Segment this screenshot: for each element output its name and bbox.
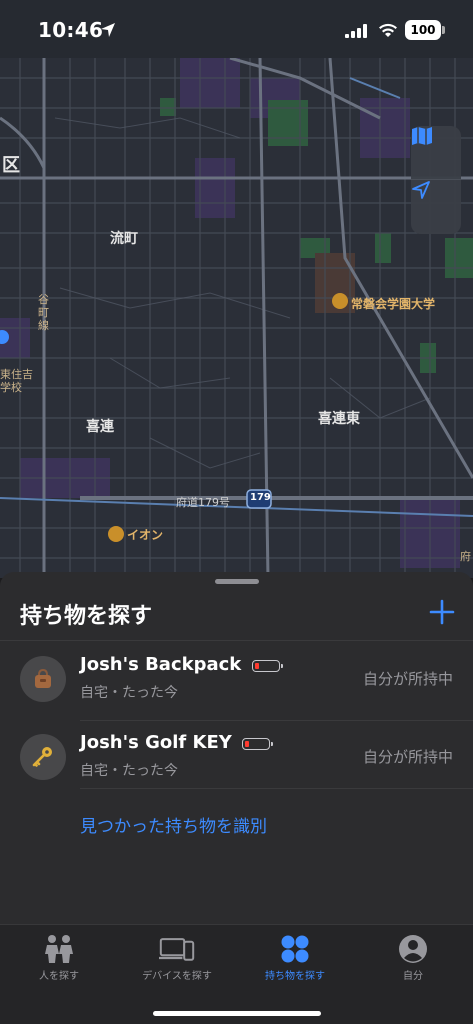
map-label-ward: 区 [2,155,20,176]
devices-icon [159,933,195,965]
home-indicator[interactable] [153,1011,321,1016]
tab-label: デバイスを探す [142,971,212,982]
tab-label: 人を探す [39,971,79,982]
tab-items[interactable]: 持ち物を探す [236,925,354,995]
sheet-grabber[interactable] [215,579,259,584]
map-icon [412,127,432,145]
items-sheet: 持ち物を探す Josh's Backpack 自宅・たった今 自分が所持中 Jo… [0,572,473,932]
map-route-shield: 179 [250,492,271,503]
battery-indicator: 100 [405,20,441,40]
map-label-kitsure: 喜連 [86,419,114,435]
map-label-school: 東住吉学校 [0,368,33,394]
battery-cap [442,26,445,34]
item-avatar [20,656,66,702]
item-status: 自分が所持中 [362,748,453,766]
tab-label: 自分 [403,971,423,982]
item-subtitle: 自宅・たった今 [80,685,178,701]
tab-me[interactable]: 自分 [354,925,472,995]
item-name: Josh's Backpack [80,654,242,675]
map-label-kitsure-higashi: 喜連東 [318,411,360,427]
divider [80,720,473,721]
item-row-golf-key[interactable]: Josh's Golf KEY 自宅・たった今 自分が所持中 [0,722,473,798]
backpack-icon [35,668,51,688]
map-label-aeon: イオン [127,528,164,542]
divider [0,640,473,641]
key-icon [32,747,52,767]
items-icon [277,933,313,965]
divider [80,788,473,789]
location-arrow-outline-icon [412,181,430,199]
cellular-signal-icon [345,24,367,38]
low-battery-icon [252,660,283,672]
tab-people[interactable]: 人を探す [0,925,118,995]
map-label-tanimachi-line: 谷町線 [38,293,49,332]
people-icon [41,933,77,965]
location-arrow-icon [101,23,115,37]
low-battery-icon [242,738,273,750]
item-avatar [20,734,66,780]
item-row-backpack[interactable]: Josh's Backpack 自宅・たった今 自分が所持中 [0,644,473,720]
map-roads [0,58,473,578]
tab-label: 持ち物を探す [265,971,325,982]
item-name: Josh's Golf KEY [80,732,232,753]
plus-icon[interactable] [428,598,456,626]
status-bar: 10:46 100 [0,0,473,58]
map-label-nagaremachi: 流町 [110,231,138,247]
map-label-university: 常磐会学園大学 [351,297,436,311]
wifi-icon [379,23,397,37]
sheet-title: 持ち物を探す [20,604,153,629]
map-view[interactable]: 区 流町 喜連 喜連東 谷町線 東住吉学校 常磐会学園大学 府道179号 179… [0,58,473,578]
item-status: 自分が所持中 [362,670,453,688]
person-icon [395,933,431,965]
item-subtitle: 自宅・たった今 [80,763,178,779]
map-controls [411,126,461,234]
tab-devices[interactable]: デバイスを探す [118,925,236,995]
map-label-route: 府道179号 [176,496,230,509]
identify-found-item-link[interactable]: 見つかった持ち物を識別 [80,812,267,837]
status-time: 10:46 [38,18,104,42]
tab-bar: 人を探す デバイスを探す 持ち物を探す 自分 [0,924,473,1024]
current-location-button[interactable] [411,180,461,234]
map-label-edge: 府 [460,550,471,563]
map-mode-button[interactable] [411,126,461,180]
